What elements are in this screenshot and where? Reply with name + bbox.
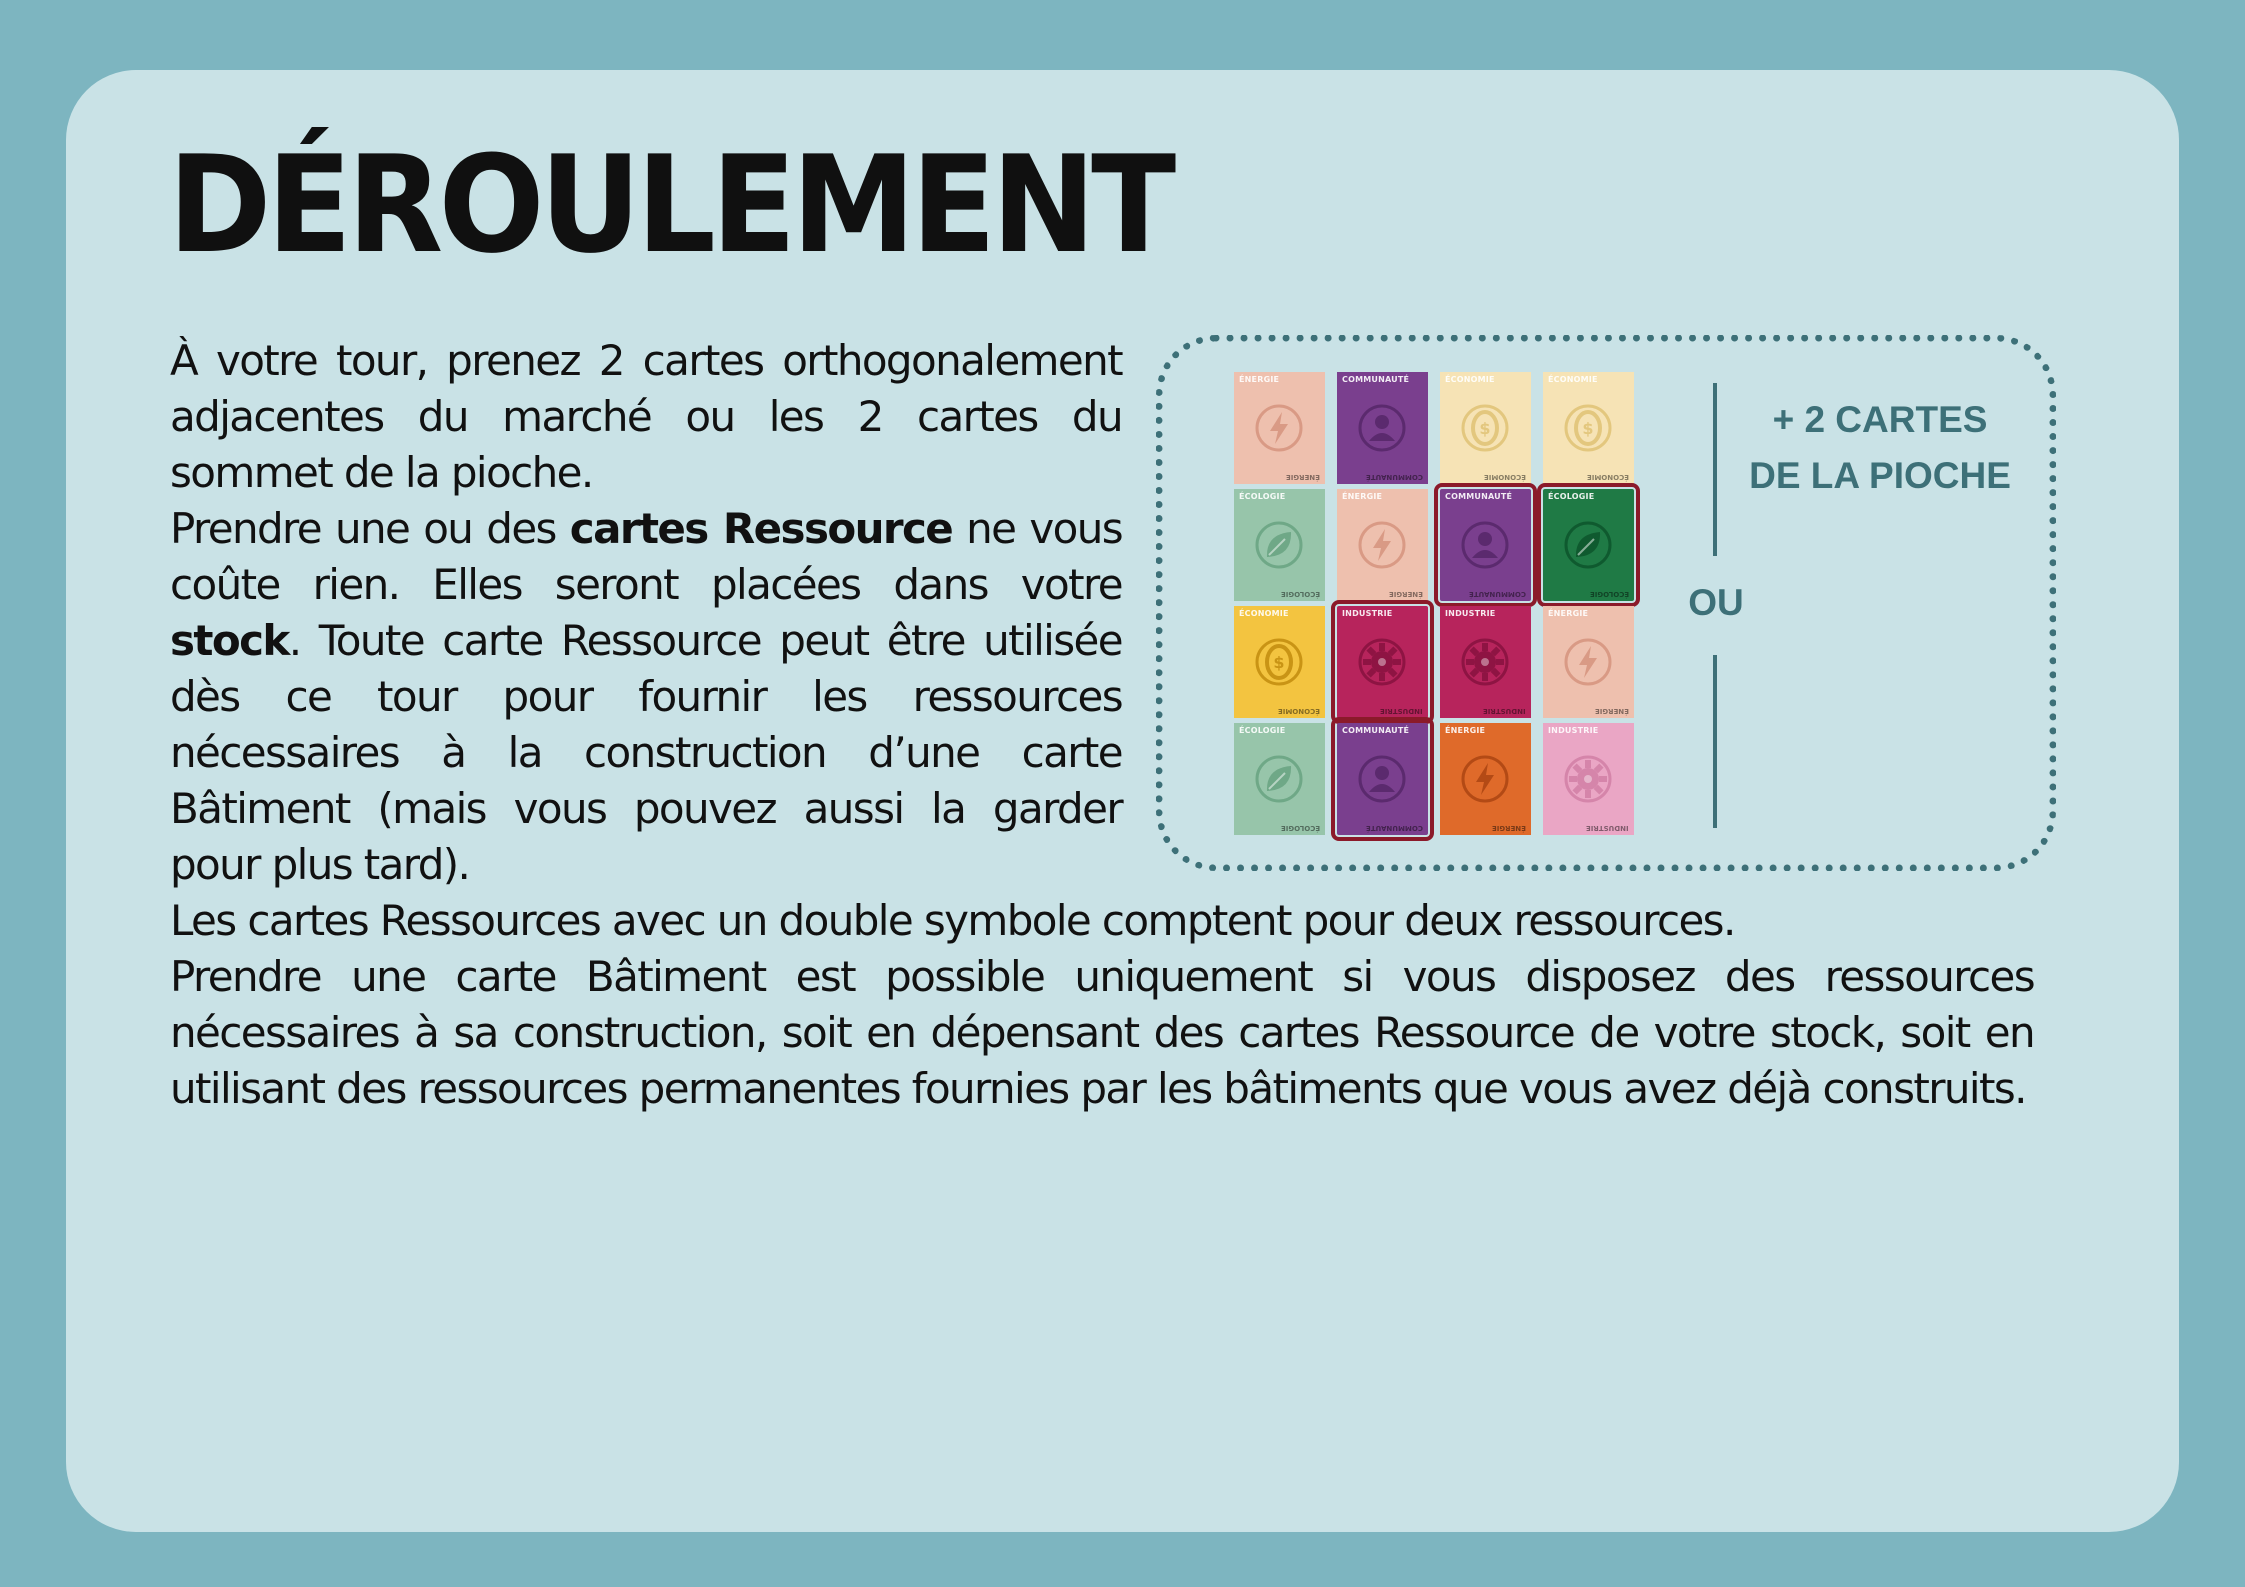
card-category-label-inverted: ÉCONOMIE [1277, 707, 1320, 715]
divider-line-bottom [1713, 655, 1717, 828]
card-category-label-inverted: ÉCONOMIE [1483, 473, 1526, 481]
card-category-label: ÉCOLOGIE [1239, 492, 1286, 501]
draw-pile-label: + 2 CARTES DE LA PIOCHE [1720, 392, 2040, 504]
card-category-label: INDUSTRIE [1548, 726, 1599, 735]
card-category-label: ÉNERGIE [1445, 726, 1486, 735]
gear-icon [1358, 638, 1406, 686]
draw-pile-label-line-2: DE LA PIOCHE [1749, 455, 2011, 496]
coin-icon: $ [1255, 638, 1303, 686]
lightning-icon [1255, 404, 1303, 452]
market-card: ÉNERGIE ÉNERGIE [1543, 606, 1634, 718]
card-category-label: COMMUNAUTÉ [1342, 375, 1410, 384]
market-card: ÉCONOMIE ÉCONOMIE $ [1234, 606, 1325, 718]
coin-icon: $ [1564, 404, 1612, 452]
card-category-label: INDUSTRIE [1445, 609, 1496, 618]
market-card: COMMUNAUTÉ COMMUNAUTÉ [1337, 372, 1428, 484]
card-category-label-inverted: ÉNERGIE [1595, 707, 1629, 715]
card-category-label-inverted: ÉCOLOGIE [1280, 824, 1320, 832]
market-card: ÉCOLOGIE ÉCOLOGIE [1234, 489, 1325, 601]
person-icon [1358, 404, 1406, 452]
card-category-label: ÉNERGIE [1342, 492, 1383, 501]
resource-rule-part: . Toute carte Ressource peut être utilis… [170, 616, 1124, 889]
card-category-label-inverted: ÉNERGIE [1389, 590, 1423, 598]
svg-text:$: $ [1273, 653, 1284, 672]
card-category-label: COMMUNAUTÉ [1342, 726, 1410, 735]
card-category-label-inverted: ÉNERGIE [1492, 824, 1526, 832]
leaf-icon [1564, 521, 1612, 569]
lightning-icon [1564, 638, 1612, 686]
or-label: OU [1688, 582, 1744, 623]
card-category-label-inverted: ÉCOLOGIE [1280, 590, 1320, 598]
card-category-label-inverted: INDUSTRIE [1586, 824, 1629, 832]
market-card: ÉCONOMIE ÉCONOMIE $ [1543, 372, 1634, 484]
person-icon [1358, 755, 1406, 803]
turn-rule-text: À votre tour, prenez 2 cartes orthogonal… [170, 333, 1124, 501]
market-card: INDUSTRIE INDUSTRIE [1440, 606, 1531, 718]
card-category-label: ÉCONOMIE [1239, 609, 1289, 618]
market-card: ÉCOLOGIE ÉCOLOGIE [1537, 483, 1640, 607]
card-category-label: ÉCONOMIE [1445, 375, 1495, 384]
market-card: COMMUNAUTÉ COMMUNAUTÉ [1331, 717, 1434, 841]
stock-term: stock [170, 616, 290, 665]
lightning-icon [1461, 755, 1509, 803]
card-category-label: ÉCOLOGIE [1239, 726, 1286, 735]
card-category-label-inverted: ÉCOLOGIE [1589, 590, 1629, 598]
person-icon [1461, 521, 1509, 569]
divider-line-top [1713, 383, 1717, 556]
market-card: INDUSTRIE INDUSTRIE [1543, 723, 1634, 835]
card-category-label-inverted: ÉNERGIE [1286, 473, 1320, 481]
double-symbol-rule: Les cartes Ressources avec un double sym… [170, 896, 1736, 945]
market-card: ÉNERGIE ÉNERGIE [1337, 489, 1428, 601]
market-card-grid: ÉNERGIE ÉNERGIE COMMUNAUTÉ COMMUNAUTÉ ÉCONOM… [1234, 372, 1640, 841]
resource-rule-part: Prendre une ou des [170, 504, 570, 553]
market-card: COMMUNAUTÉ COMMUNAUTÉ [1434, 483, 1537, 607]
card-category-label: ÉCOLOGIE [1548, 492, 1595, 501]
resource-cards-term: cartes Ressource [569, 504, 954, 553]
card-category-label-inverted: COMMUNAUTÉ [1365, 473, 1423, 481]
rules-paragraph-2: Les cartes Ressources avec un double sym… [170, 893, 2036, 1117]
market-card: ÉCOLOGIE ÉCOLOGIE [1234, 723, 1325, 835]
card-category-label: ÉCONOMIE [1548, 375, 1598, 384]
card-category-label: COMMUNAUTÉ [1445, 492, 1513, 501]
svg-text:$: $ [1582, 419, 1593, 438]
page-title: DÉROULEMENT [168, 127, 1176, 283]
building-rule: Prendre une carte Bâtiment est possible … [170, 952, 2036, 1113]
gear-icon [1564, 755, 1612, 803]
resource-rule-text: Prendre une ou des cartes Ressource ne v… [170, 501, 1124, 893]
lightning-icon [1358, 521, 1406, 569]
card-category-label-inverted: INDUSTRIE [1380, 707, 1423, 715]
card-category-label-inverted: COMMUNAUTÉ [1365, 824, 1423, 832]
market-card: INDUSTRIE INDUSTRIE [1331, 600, 1434, 724]
market-card: ÉCONOMIE ÉCONOMIE $ [1440, 372, 1531, 484]
card-category-label: INDUSTRIE [1342, 609, 1393, 618]
svg-text:$: $ [1479, 419, 1490, 438]
leaf-icon [1255, 521, 1303, 569]
rules-paragraph-1: À votre tour, prenez 2 cartes orthogonal… [170, 333, 1124, 893]
turn-rule-sentence: À votre tour, prenez 2 cartes orthogonal… [170, 336, 1124, 497]
card-category-label: ÉNERGIE [1239, 375, 1280, 384]
coin-icon: $ [1461, 404, 1509, 452]
card-category-label-inverted: ÉCONOMIE [1586, 473, 1629, 481]
draw-pile-label-line-1: + 2 CARTES [1772, 399, 1988, 440]
gear-icon [1461, 638, 1509, 686]
card-category-label: ÉNERGIE [1548, 609, 1589, 618]
card-category-label-inverted: COMMUNAUTÉ [1468, 590, 1526, 598]
market-card: ÉNERGIE ÉNERGIE [1234, 372, 1325, 484]
card-category-label-inverted: INDUSTRIE [1483, 707, 1526, 715]
market-card: ÉNERGIE ÉNERGIE [1440, 723, 1531, 835]
leaf-icon [1255, 755, 1303, 803]
